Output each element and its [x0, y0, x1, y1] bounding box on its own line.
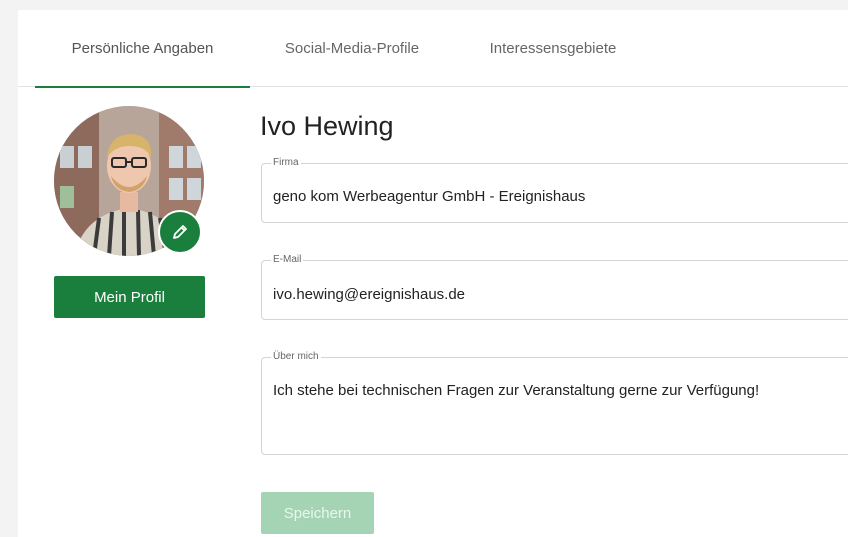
- tab-bar: Persönliche Angaben Social-Media-Profile…: [18, 10, 848, 88]
- tab-social-media-profiles[interactable]: Social-Media-Profile: [264, 10, 440, 87]
- profile-card: Persönliche Angaben Social-Media-Profile…: [18, 10, 848, 537]
- user-name-heading: Ivo Hewing: [260, 111, 394, 141]
- email-field[interactable]: E-Mail ivo.hewing@ereignishaus.de: [261, 254, 848, 320]
- tab-personal-details[interactable]: Persönliche Angaben: [35, 10, 250, 88]
- edit-avatar-button[interactable]: [158, 210, 202, 254]
- about-me-field-label: Über mich: [271, 351, 321, 363]
- my-profile-button[interactable]: Mein Profil: [54, 276, 205, 318]
- company-field-value: geno kom Werbeagentur GmbH - Ereignishau…: [273, 188, 586, 205]
- pencil-icon: [173, 225, 187, 239]
- email-field-value: ivo.hewing@ereignishaus.de: [273, 286, 466, 303]
- save-button[interactable]: Speichern: [261, 492, 374, 534]
- company-field-label: Firma: [271, 157, 301, 169]
- tab-interests[interactable]: Interessensgebiete: [464, 10, 642, 87]
- avatar-container: [54, 106, 204, 256]
- about-me-field-value: Ich stehe bei technischen Fragen zur Ver…: [273, 382, 760, 399]
- company-field[interactable]: Firma geno kom Werbeagentur GmbH - Ereig…: [261, 157, 848, 223]
- email-field-label: E-Mail: [271, 254, 304, 266]
- about-me-field[interactable]: Über mich Ich stehe bei technischen Frag…: [261, 351, 848, 455]
